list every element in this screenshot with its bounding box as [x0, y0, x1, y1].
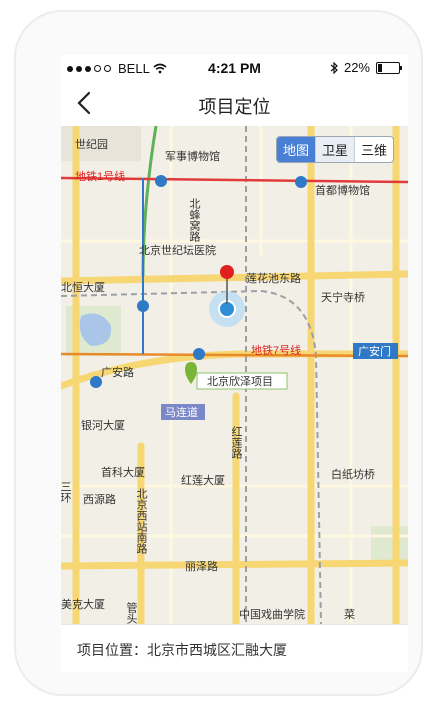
road-label: 广安路	[101, 365, 134, 379]
road-label: 菜	[344, 608, 355, 621]
bluetooth-icon	[330, 61, 338, 74]
status-bar: BELL 4:21 PM 22%	[61, 55, 408, 81]
map-label: 白纸坊桥	[331, 467, 375, 481]
metro-label: 地铁7号线	[251, 343, 301, 357]
map-label: 首科大厦	[101, 465, 145, 479]
map-label: 世纪园	[75, 138, 108, 151]
map-type-map[interactable]: 地图	[277, 137, 316, 162]
project-address: 项目位置：北京市西城区汇融大厦	[77, 642, 287, 658]
map-type-3d[interactable]: 三维	[354, 137, 393, 162]
road-label: 管头	[125, 601, 138, 624]
road-label: 马连道	[165, 405, 198, 419]
location-marker-icon[interactable]	[220, 265, 234, 279]
map-label: 北京世纪坛医院	[139, 243, 216, 257]
road-label: 西源路	[83, 492, 116, 506]
map-label: 美克大厦	[61, 597, 105, 611]
road-label: 三环	[61, 481, 72, 503]
map-label: 银河大厦	[81, 418, 125, 432]
map-label: 广安门	[358, 344, 391, 358]
map-label: 中国戏曲学院	[239, 607, 305, 621]
map-type-satellite[interactable]: 卫星	[315, 137, 355, 162]
status-right: 22%	[330, 60, 402, 75]
address-footer: 项目位置：北京市西城区汇融大厦	[61, 624, 408, 672]
road-label: 红莲路	[230, 426, 243, 460]
map-canvas[interactable]: 世纪园 军事博物馆 地铁1号线 首都博物馆 北蜂窝路 北京世纪坛医院 北恒大厦 …	[61, 126, 408, 624]
road-label: 北京西站南路	[135, 488, 148, 555]
road-label: 莲花池东路	[246, 272, 301, 285]
map-label: 北恒大厦	[61, 280, 105, 294]
map-view[interactable]: 世纪园 军事博物馆 地铁1号线 首都博物馆 北蜂窝路 北京世纪坛医院 北恒大厦 …	[61, 126, 408, 624]
road-label: 北蜂窝路	[188, 198, 201, 243]
battery-percent: 22%	[343, 60, 370, 75]
map-label: 军事博物馆	[165, 149, 220, 163]
road-label: 丽泽路	[185, 560, 218, 573]
metro-label: 地铁1号线	[75, 169, 125, 183]
project-label[interactable]: 北京欣泽项目	[207, 374, 273, 388]
map-type-toggle: 地图 卫星 三维	[276, 136, 395, 163]
phone-frame: BELL 4:21 PM 22% 项目定位 世纪园 军事博物馆 地铁1号线 首都…	[14, 10, 423, 696]
page-title: 项目定位	[198, 97, 271, 117]
map-label: 红莲大厦	[181, 473, 225, 487]
battery-icon	[376, 61, 402, 74]
screen: BELL 4:21 PM 22% 项目定位 世纪园 军事博物馆 地铁1号线 首都…	[61, 55, 408, 672]
map-label: 首都博物馆	[315, 183, 370, 197]
map-label: 天宁寺桥	[321, 290, 365, 304]
navigation-bar: 项目定位	[61, 81, 408, 125]
